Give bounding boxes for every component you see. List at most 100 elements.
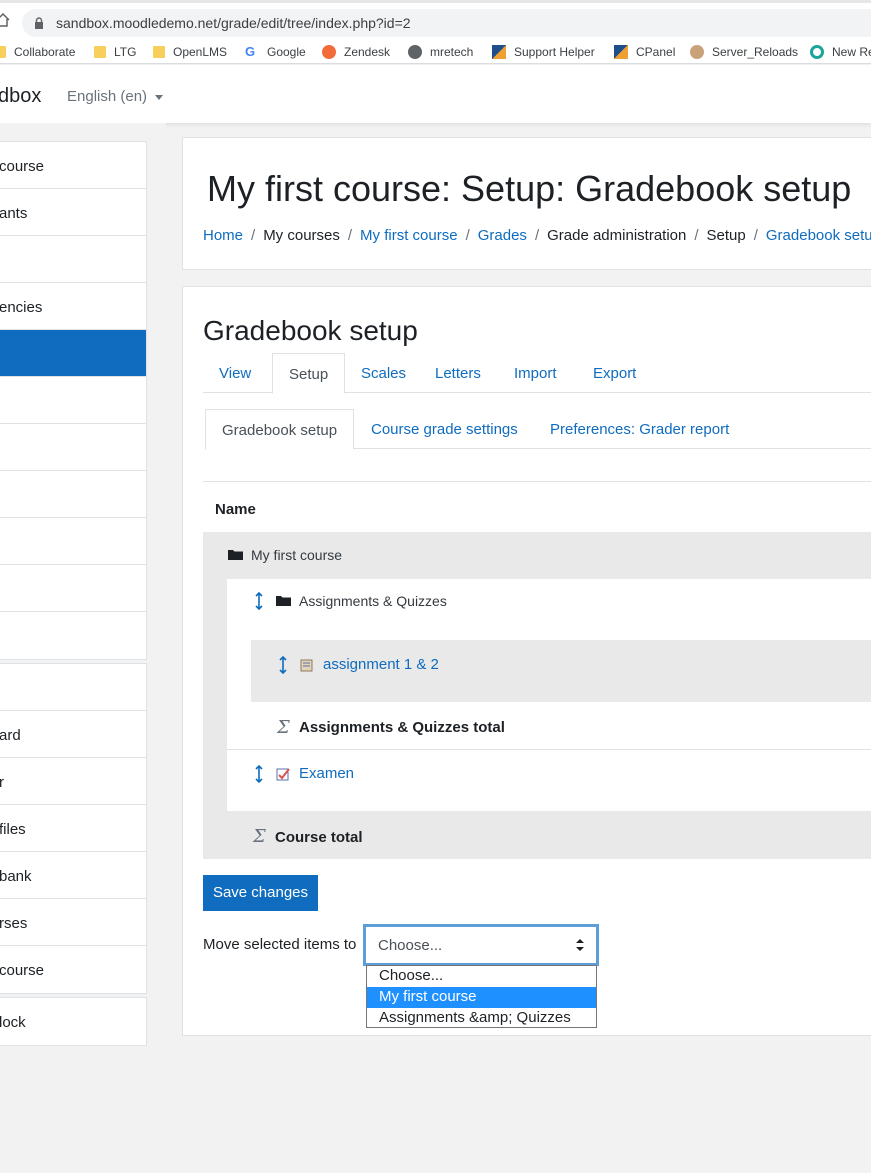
google-icon: G: [245, 44, 256, 59]
move-items-label: Move selected items to: [203, 936, 357, 953]
site-brand[interactable]: dbox: [0, 85, 41, 108]
category-name: Assignments & Quizzes: [299, 593, 447, 609]
nav-item[interactable]: r: [0, 758, 146, 805]
course-total: Course total: [275, 829, 363, 846]
caret-down-icon: [155, 94, 164, 100]
nav-item[interactable]: ants: [0, 189, 146, 236]
bookmark-openlms[interactable]: OpenLMS: [153, 44, 227, 60]
nav-item[interactable]: [0, 565, 146, 612]
nav-group-block: lock: [0, 997, 147, 1046]
quiz-icon: [276, 768, 290, 781]
nav-item[interactable]: [0, 236, 146, 283]
subtab-preferences-grader[interactable]: Preferences: Grader report: [534, 409, 745, 449]
bookmark-google[interactable]: G Google: [245, 44, 306, 60]
tab-scales[interactable]: Scales: [345, 353, 422, 393]
browser-address-bar: sandbox.moodledemo.net/grade/edit/tree/i…: [0, 0, 871, 40]
bookmark-mretech[interactable]: mretech: [408, 44, 473, 60]
tab-letters[interactable]: Letters: [419, 353, 497, 393]
nav-item[interactable]: lock: [0, 998, 146, 1045]
subtab-course-grade-settings[interactable]: Course grade settings: [355, 409, 534, 449]
sub-tabs: Gradebook setup Course grade settings Pr…: [205, 409, 871, 450]
page-title: My first course: Setup: Gradebook setup: [207, 168, 852, 209]
nav-item[interactable]: [0, 377, 146, 424]
nav-item[interactable]: course: [0, 142, 146, 189]
nav-item[interactable]: encies: [0, 283, 146, 330]
nav-drawer: course ants encies ard r files bank rses…: [0, 123, 166, 1173]
page-header: My first course: Setup: Gradebook setup …: [182, 137, 871, 270]
bookmark-cpanel[interactable]: CPanel: [614, 44, 675, 60]
bookmark-icon: [614, 45, 628, 59]
move-icon[interactable]: [255, 592, 263, 610]
bookmarks-bar: Collaborate LTG OpenLMS G Google Zendesk…: [0, 40, 871, 64]
breadcrumb: Home / My courses / My first course / Grades / G…: [203, 227, 871, 244]
site-navbar: dbox English (en): [0, 65, 871, 123]
folder-icon: [94, 46, 106, 58]
bookmark-collaborate[interactable]: Collaborate: [0, 44, 75, 60]
tab-import[interactable]: Import: [498, 353, 573, 393]
nav-item[interactable]: [0, 518, 146, 565]
home-icon[interactable]: [0, 13, 10, 27]
grade-item-link[interactable]: Examen: [299, 765, 354, 782]
bookmark-server-reloads[interactable]: Server_Reloads: [690, 44, 798, 60]
nav-item[interactable]: rses: [0, 899, 146, 946]
bookmark-ltg[interactable]: LTG: [94, 44, 136, 60]
breadcrumb-home[interactable]: Home: [203, 227, 243, 244]
sigma-icon: Σ: [277, 717, 290, 738]
course-category-block: My first course Assignments & Quizzes as…: [203, 532, 871, 859]
move-icon[interactable]: [255, 765, 263, 783]
dropdown-option[interactable]: Assignments &amp; Quizzes: [367, 1008, 596, 1029]
dropdown-option-highlighted[interactable]: My first course: [367, 987, 596, 1008]
tab-export[interactable]: Export: [577, 353, 652, 393]
bookmark-zendesk[interactable]: Zendesk: [322, 44, 390, 60]
bookmark-icon: [492, 45, 506, 59]
bookmark-support-helper[interactable]: Support Helper: [492, 44, 595, 60]
tab-setup[interactable]: Setup: [272, 353, 346, 394]
language-menu[interactable]: English (en): [67, 88, 164, 105]
select-dropdown-list: Choose... My first course Assignments &a…: [366, 965, 597, 1028]
folder-icon: [0, 46, 6, 58]
nav-item-active[interactable]: [0, 330, 146, 377]
grade-item-row: assignment 1 & 2: [251, 640, 871, 702]
select-value: Choose...: [378, 937, 443, 954]
zendesk-icon: [322, 45, 336, 59]
nav-item[interactable]: [0, 612, 146, 659]
nav-group-course: course ants encies: [0, 141, 147, 660]
nav-item[interactable]: [0, 664, 146, 711]
main-region: Gradebook setup View Setup Scales Letter…: [182, 286, 871, 1036]
breadcrumb-setup: Setup: [706, 227, 746, 244]
table-header: Name: [203, 481, 871, 532]
row-divider: [227, 749, 871, 750]
nav-item[interactable]: [0, 424, 146, 471]
move-target-select[interactable]: Choose...: [363, 924, 599, 966]
lock-icon: [35, 17, 43, 29]
category-total: Assignments & Quizzes total: [299, 719, 505, 736]
sigma-icon: Σ: [253, 826, 266, 847]
url-field[interactable]: sandbox.moodledemo.net/grade/edit/tree/i…: [22, 9, 871, 37]
course-name: My first course: [251, 547, 343, 563]
grade-item-link[interactable]: assignment 1 & 2: [323, 656, 439, 673]
folder-icon: [228, 550, 243, 560]
nav-item[interactable]: course: [0, 946, 146, 993]
move-icon[interactable]: [279, 656, 287, 674]
nav-item[interactable]: files: [0, 805, 146, 852]
breadcrumb-course[interactable]: My first course: [360, 227, 458, 244]
main-tabs: View Setup Scales Letters Import Export: [203, 353, 871, 394]
save-changes-button[interactable]: Save changes: [203, 875, 318, 911]
breadcrumb-grades[interactable]: Grades: [478, 227, 527, 244]
nav-item[interactable]: [0, 471, 146, 518]
subtab-gradebook-setup[interactable]: Gradebook setup: [205, 409, 355, 450]
folder-icon: [276, 596, 291, 606]
bookmark-new[interactable]: New Re: [810, 44, 871, 60]
tab-view[interactable]: View: [203, 353, 267, 393]
breadcrumb-gradebook-setup[interactable]: Gradebook setu: [766, 227, 871, 244]
section-heading: Gradebook setup: [203, 315, 418, 346]
globe-icon: [408, 45, 422, 59]
avatar-icon: [690, 45, 704, 59]
nav-group-site: ard r files bank rses course: [0, 663, 147, 994]
assignment-icon: [300, 659, 313, 672]
nav-item[interactable]: bank: [0, 852, 146, 899]
breadcrumb-grade-admin: Grade administration: [547, 227, 687, 244]
circle-icon: [810, 45, 824, 59]
dropdown-option[interactable]: Choose...: [367, 966, 596, 987]
nav-item[interactable]: ard: [0, 711, 146, 758]
